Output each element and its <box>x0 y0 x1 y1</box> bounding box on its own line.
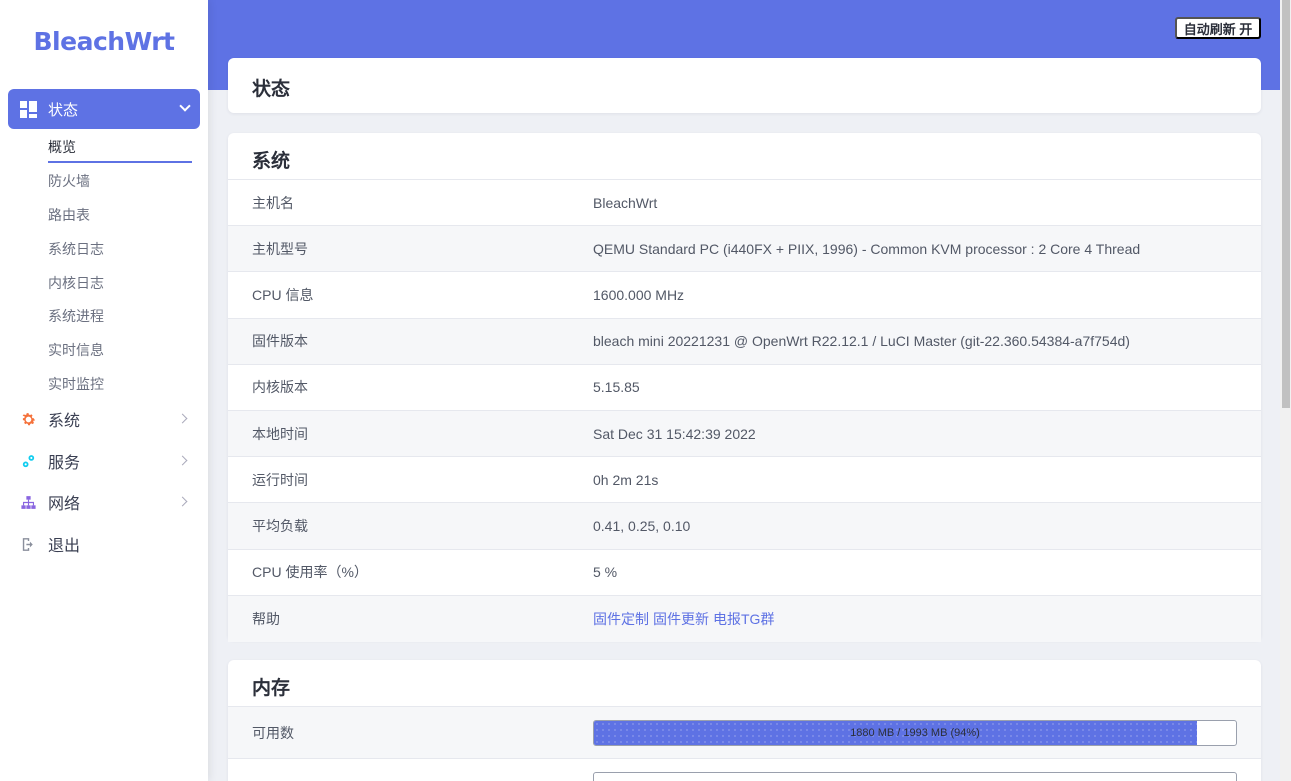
row-key: CPU 信息 <box>252 286 314 303</box>
chevron-right-icon <box>177 455 188 466</box>
network-icon <box>20 494 37 511</box>
help-link[interactable]: 固件定制 <box>593 611 649 627</box>
row-key: 本地时间 <box>252 425 308 442</box>
sidebar-item-status[interactable]: 状态 <box>8 89 200 129</box>
sidebar-item-label: 网络 <box>48 496 81 513</box>
sidebar-item-label: 退出 <box>48 538 81 555</box>
row-value: Sat Dec 31 15:42:39 2022 <box>593 425 756 442</box>
table-row: 主机名 BleachWrt <box>228 180 1261 227</box>
memory-next-bar <box>593 771 1237 781</box>
row-value: QEMU Standard PC (i440FX + PIIX, 1996) -… <box>593 240 1141 257</box>
row-value: 1600.000 MHz <box>593 286 685 303</box>
row-value: 0.41, 0.25, 0.10 <box>593 517 691 534</box>
row-key: CPU 使用率（%） <box>252 564 368 581</box>
sidebar-sub-overview[interactable]: 概览 <box>48 137 76 157</box>
table-row: 平均负载 0.41, 0.25, 0.10 <box>228 503 1261 550</box>
table-row: 内核版本 5.15.85 <box>228 365 1261 411</box>
table-row: 本地时间 Sat Dec 31 15:42:39 2022 <box>228 410 1261 458</box>
table-row: CPU 使用率（%） 5 % <box>228 550 1261 596</box>
row-key: 固件版本 <box>252 333 308 350</box>
sidebar-sub-realtime[interactable]: 实时信息 <box>48 340 104 360</box>
memory-available-bar: 1880 MB / 1993 MB (94%) <box>593 719 1237 746</box>
logout-icon <box>20 536 37 553</box>
brand-logo: BleachWrt <box>33 26 175 56</box>
row-key: 主机型号 <box>252 240 308 257</box>
row-value: BleachWrt <box>593 194 658 211</box>
page-scrollbar[interactable] <box>1280 0 1291 781</box>
sidebar-item-label: 状态 <box>48 101 79 119</box>
help-links: 固件定制 固件更新 电报TG群 <box>593 609 778 629</box>
row-value: 0h 2m 21s <box>593 471 659 488</box>
page-title: 状态 <box>228 58 1261 113</box>
memory-available-label: 可用数 <box>252 724 294 741</box>
row-key: 帮助 <box>252 610 280 627</box>
row-key: 主机名 <box>252 194 294 211</box>
sidebar-item-label: 系统 <box>48 413 81 430</box>
table-row: CPU 信息 1600.000 MHz <box>228 272 1261 319</box>
dashboard-icon <box>20 100 37 118</box>
row-key: 运行时间 <box>252 471 308 488</box>
table-row: 运行时间 0h 2m 21s <box>228 457 1261 504</box>
puzzle-icon <box>20 453 37 470</box>
row-value: 5.15.85 <box>593 379 640 396</box>
sidebar-sub-syslog[interactable]: 系统日志 <box>48 239 104 259</box>
row-value: 5 % <box>593 564 618 581</box>
chevron-right-icon <box>177 413 188 424</box>
help-link[interactable]: 固件更新 <box>653 611 709 627</box>
table-row: 主机型号 QEMU Standard PC (i440FX + PIIX, 199… <box>228 226 1261 273</box>
memory-card: 内存 可用数 1880 MB / 1993 MB (94%) <box>228 660 1261 781</box>
sidebar-item-system[interactable]: 系统 <box>20 407 192 431</box>
scrollbar-thumb[interactable] <box>1282 0 1290 408</box>
section-title-system: 系统 <box>228 133 1261 180</box>
help-link[interactable]: 电报TG群 <box>713 611 774 627</box>
row-key: 内核版本 <box>252 379 308 396</box>
memory-available-text: 1880 MB / 1993 MB (94%) <box>850 726 980 739</box>
row-value: bleach mini 20221231 @ OpenWrt R22.12.1 … <box>593 333 1130 350</box>
table-row-help: 帮助 固件定制 固件更新 电报TG群 <box>228 595 1261 642</box>
row-key: 平均负载 <box>252 517 308 534</box>
sidebar-sub-processes[interactable]: 系统进程 <box>48 306 104 326</box>
sidebar-item-logout[interactable]: 退出 <box>20 532 192 556</box>
table-row: 固件版本 bleach mini 20221231 @ OpenWrt R22.1… <box>228 318 1261 365</box>
chevron-right-icon <box>177 496 188 507</box>
sidebar-item-label: 服务 <box>48 455 81 472</box>
sidebar-sub-routes[interactable]: 路由表 <box>48 205 90 225</box>
active-underline <box>48 161 192 163</box>
sidebar-sub-firewall[interactable]: 防火墙 <box>48 171 90 191</box>
memory-available-row: 可用数 1880 MB / 1993 MB (94%) <box>228 707 1261 759</box>
sidebar-sub-kernellog[interactable]: 内核日志 <box>48 273 104 293</box>
memory-next-row <box>228 759 1261 781</box>
sidebar-item-services[interactable]: 服务 <box>20 449 192 473</box>
sidebar: BleachWrt 状态 概览 防火墙 路由表 系统日志 内核日志 系统进程 实… <box>0 0 208 781</box>
auto-refresh-button[interactable]: 自动刷新 开 <box>1175 17 1261 39</box>
system-card: 系统 主机名 BleachWrt 主机型号 QEMU Standard PC (i44… <box>228 133 1261 642</box>
gear-icon <box>20 411 37 428</box>
system-table: 主机名 BleachWrt 主机型号 QEMU Standard PC (i440FX… <box>228 180 1261 642</box>
section-title-memory: 内存 <box>228 660 1261 707</box>
sidebar-sub-monitor[interactable]: 实时监控 <box>48 374 104 394</box>
sidebar-item-network[interactable]: 网络 <box>20 490 192 514</box>
chevron-down-icon <box>179 100 191 112</box>
